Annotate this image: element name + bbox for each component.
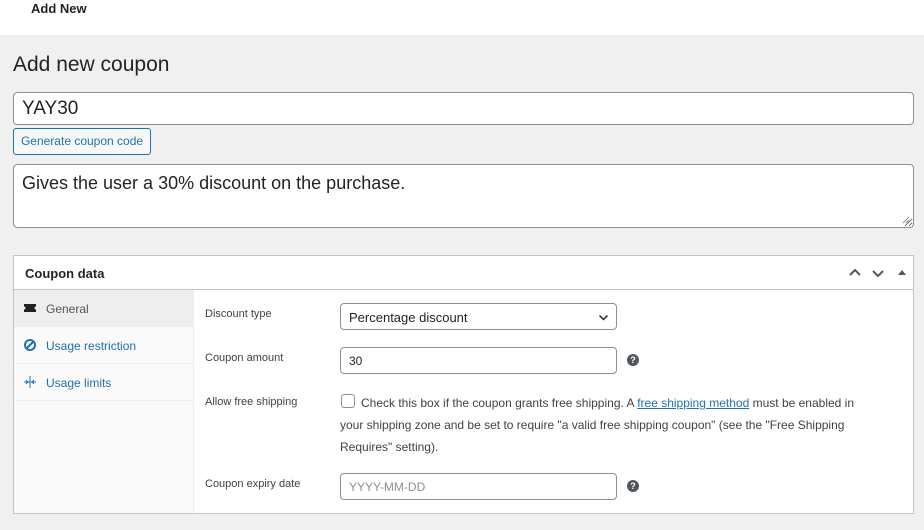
- tab-usage-restriction[interactable]: Usage restriction: [14, 327, 194, 364]
- coupon-code-input[interactable]: [13, 92, 914, 125]
- tab-usage-limits-label: Usage limits: [46, 376, 112, 390]
- discount-type-select[interactable]: Percentage discount: [340, 303, 617, 330]
- coupon-data-title: Coupon data: [25, 266, 105, 281]
- chevron-down-icon: [598, 314, 609, 321]
- coupon-description-text: Gives the user a 30% discount on the pur…: [22, 173, 406, 193]
- discount-type-value: Percentage discount: [349, 310, 468, 325]
- collapse-toggle-icon[interactable]: [893, 264, 911, 282]
- page-title: Add new coupon: [13, 53, 170, 76]
- move-up-icon[interactable]: [846, 264, 864, 282]
- generate-coupon-code-button[interactable]: Generate coupon code: [13, 128, 151, 155]
- coupon-data-tabs: General Usage restriction Usage limits: [14, 290, 194, 513]
- coupon-description-textarea[interactable]: Gives the user a 30% discount on the pur…: [13, 164, 914, 228]
- discount-type-label: Discount type: [205, 308, 272, 320]
- help-icon[interactable]: ?: [627, 354, 639, 366]
- free-shipping-text-1: Check this box if the coupon grants free…: [361, 396, 634, 410]
- free-shipping-description: Check this box if the coupon grants free…: [340, 392, 860, 458]
- help-icon[interactable]: ?: [627, 480, 639, 492]
- ticket-icon: [24, 304, 36, 312]
- top-bar-title: Add New: [31, 1, 87, 16]
- tab-general[interactable]: General: [14, 290, 194, 327]
- limits-icon: [24, 376, 36, 388]
- tab-usage-restriction-label: Usage restriction: [46, 339, 137, 353]
- coupon-data-header: Coupon data: [14, 256, 913, 290]
- tab-general-label: General: [46, 302, 89, 316]
- expiry-date-label: Coupon expiry date: [205, 478, 301, 490]
- move-down-icon[interactable]: [869, 264, 887, 282]
- top-bar: Add New: [0, 0, 924, 35]
- coupon-amount-label: Coupon amount: [205, 352, 284, 364]
- free-shipping-label: Allow free shipping: [205, 396, 298, 408]
- resize-grip-icon[interactable]: [902, 216, 910, 224]
- expiry-date-input[interactable]: [340, 473, 617, 500]
- coupon-data-panel: Coupon data General Usage restriction Us…: [13, 255, 914, 514]
- tab-usage-limits[interactable]: Usage limits: [14, 364, 194, 401]
- coupon-amount-input[interactable]: [340, 347, 617, 374]
- general-tab-content: Discount type Percentage discount Coupon…: [195, 290, 913, 513]
- free-shipping-method-link[interactable]: free shipping method: [637, 396, 749, 410]
- block-icon: [24, 339, 36, 351]
